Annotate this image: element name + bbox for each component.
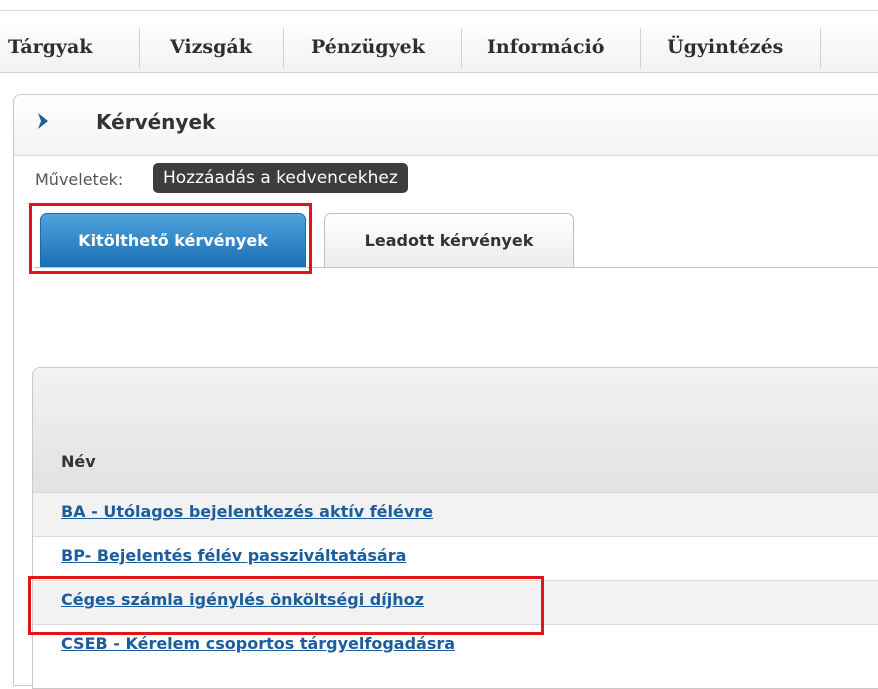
panel-header: Kérvények: [14, 95, 878, 156]
requests-table: Név BA - Utólagos bejelentkezés aktív fé…: [32, 367, 878, 689]
tab-submitted-requests[interactable]: Leadott kérvények: [324, 213, 574, 267]
menu-item-ugyintezes[interactable]: Ügyintézés: [667, 22, 783, 72]
main-menu: Tárgyak Vizsgák Pénzügyek Információ Ügy…: [0, 22, 878, 73]
menu-item-targyak[interactable]: Tárgyak: [8, 22, 92, 72]
chevron-right-icon[interactable]: [35, 111, 53, 131]
menu-separator: [283, 28, 284, 68]
menu-item-informacio[interactable]: Információ: [487, 22, 604, 72]
request-link[interactable]: BA - Utólagos bejelentkezés aktív félévr…: [61, 502, 433, 521]
menu-separator: [139, 28, 140, 68]
request-link[interactable]: CSEB - Kérelem csoportos tárgyelfogadásr…: [61, 634, 455, 653]
table-header: Név: [33, 368, 878, 492]
panel-title: Kérvények: [96, 110, 216, 134]
table-row: BP- Bejelentés félév passziváltatására: [33, 536, 878, 581]
menu-separator: [820, 28, 821, 68]
add-to-favorites-button[interactable]: Hozzáadás a kedvencekhez: [153, 163, 408, 193]
highlight-box-tab: [29, 203, 312, 274]
menu-separator: [640, 28, 641, 68]
column-header-name[interactable]: Név: [61, 452, 96, 471]
operations-label: Műveletek:: [35, 170, 124, 189]
menu-item-vizsgak[interactable]: Vizsgák: [170, 22, 252, 72]
request-link[interactable]: BP- Bejelentés félév passziváltatására: [61, 546, 406, 565]
top-divider: [0, 10, 878, 11]
menu-separator: [461, 28, 462, 68]
menu-item-penzugyek[interactable]: Pénzügyek: [311, 22, 425, 72]
highlight-box-row: [28, 576, 544, 635]
table-row: BA - Utólagos bejelentkezés aktív félévr…: [33, 492, 878, 537]
